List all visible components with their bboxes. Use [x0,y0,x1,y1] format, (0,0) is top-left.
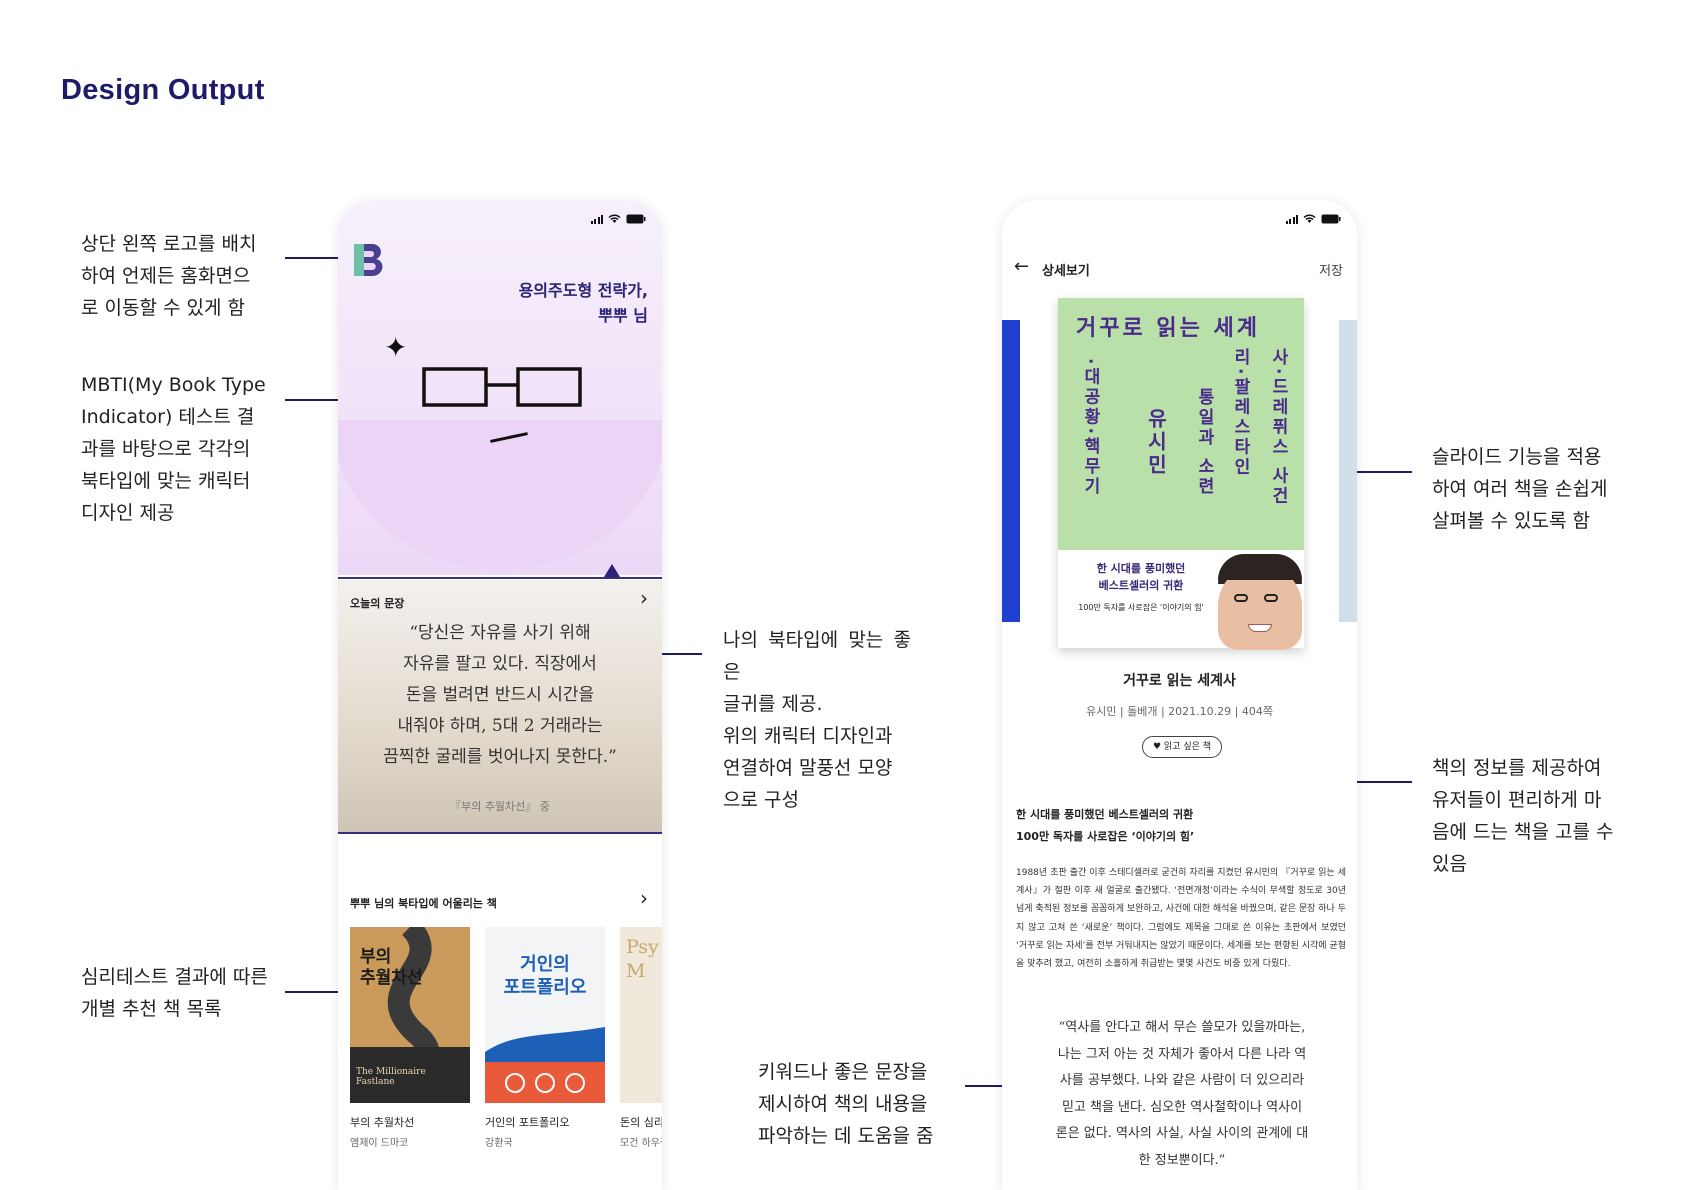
book-author-2: 강환국 [485,1138,513,1149]
cover-text-vertical: 리·팔레스타인 [1230,348,1250,478]
connector-line [285,991,345,993]
annotation-mbti: MBTI(My Book Type Indicator) 테스트 결 과를 바탕… [81,374,266,524]
author-eye [1264,594,1278,602]
book-meta: 유시민 | 돌베개 | 2021.10.29 | 404쪽 [1086,705,1273,718]
battery-icon [626,214,646,224]
signal-icon [1285,214,1298,224]
annotation-logo: 상단 왼쪽 로고를 배치 하여 언제든 홈화면으 로 이동할 수 있게 함 [81,233,257,319]
book-title: 거꾸로 읽는 세계사 [1123,673,1236,689]
greeting-user: 뿌뿌 님 [598,306,648,325]
book-cover-3[interactable]: Psy M [620,927,662,1103]
annotation-info: 책의 정보를 제공하여 유저들이 편리하게 마 음에 드는 책을 고를 수 있음 [1432,757,1614,875]
annotation-quote: 나의 북타입에 맞는 좋은 글귀를 제공. 위의 캐릭터 디자인과 연결하여 말… [723,629,911,811]
book-cover-1[interactable]: 부의 추월차선 The Millionaire Fastlane [350,927,470,1103]
home-screen-mockup: 용의주도형 전략가, 뿌뿌 님 ✦ 오늘의 문장 › “당신은 자유를 사기 위… [338,200,662,1190]
quote-divider [338,832,662,834]
next-book-slide[interactable] [1339,320,1357,622]
annotation-keyword: 키워드나 좋은 문장을 제시하여 책의 내용을 파악하는 데 도움을 줌 [758,1061,934,1147]
cover-tagline: 한 시대를 풍미했던 베스트셀러의 귀환 [1096,562,1186,592]
cover-text-vertical: 사·드레퓌스 사건 [1268,348,1288,507]
speech-pointer [604,564,620,577]
connector-line [285,257,343,259]
logo-icon[interactable] [350,242,390,278]
page-title: Design Output [61,74,265,106]
wifi-icon [1303,214,1316,223]
daily-quote: “당신은 자유를 사기 위해 자유를 팔고 있다. 직장에서 돈을 벌려면 반드… [383,623,617,767]
status-bar [590,214,647,224]
annotation-recommend: 심리테스트 결과에 따른 개별 추천 책 목록 [81,966,268,1020]
book-title-3: 돈의 심리학 [620,1116,662,1129]
quote-more-chevron-icon[interactable]: › [640,586,648,610]
status-bar [1285,214,1342,224]
want-to-read-button[interactable]: ♥ 읽고 싶은 책 [1142,736,1222,758]
book-cover-2[interactable]: 거인의 포트폴리오 [485,927,605,1103]
detail-screen-mockup: ← 상세보기 저장 거꾸로 읽는 세계 사·드레퓌스 사건 리·팔레스타인 통일… [1002,200,1357,1190]
book-title-2: 거인의 포트폴리오 [485,1116,570,1129]
wifi-icon [608,214,621,223]
author-eye [1234,594,1248,602]
author-hair [1218,554,1302,580]
book-highlight: 한 시대를 풍미했던 베스트셀러의 귀환 100만 독자를 사로잡은 ‘이야기의… [1016,808,1195,843]
sparkle-icon: ✦ [384,331,408,364]
book-title-1: 부의 추월차선 [350,1116,415,1129]
nav-title: 상세보기 [1042,264,1090,279]
signal-icon [590,214,603,224]
back-arrow-icon[interactable]: ← [1014,256,1029,277]
book-cover-3-title: Psy M [626,936,659,982]
quote-source: 『부의 추월차선』 중 [450,800,550,813]
greeting-type: 용의주도형 전략가, [518,281,648,300]
book-description: 1988년 초판 출간 이후 스테디셀러로 굳건히 자리를 지켰던 유시민의 『… [1016,868,1346,970]
cover-author-vertical: 유시민 [1144,408,1168,477]
cover-text-vertical: ·대공황·핵무기 [1080,358,1100,497]
recommend-more-chevron-icon[interactable]: › [640,886,648,910]
greeting: 용의주도형 전략가, 뿌뿌 님 [519,278,648,328]
book-author-3: 모건 하우절 [620,1138,662,1149]
book-author-1: 엠제이 드마코 [350,1138,409,1149]
annotation-slide: 슬라이드 기능을 적용 하여 여러 책을 손쉽게 살펴볼 수 있도록 함 [1432,446,1608,532]
cover-caption: 100만 독자를 사로잡은 '이야기의 힘' [1078,603,1204,612]
book-cover-1-title: 부의 추월차선 [360,947,423,988]
save-button[interactable]: 저장 [1319,260,1343,279]
book-cover-2-title: 거인의 포트폴리오 [503,954,587,998]
hero-circle [338,420,662,570]
cover-title: 거꾸로 읽는 세계 [1076,316,1260,341]
cover-text-vertical: 통일과 소련 [1194,388,1214,497]
quote-section-label: 오늘의 문장 [350,597,405,610]
prev-book-slide[interactable] [1002,320,1020,622]
glasses-character [422,367,582,407]
speech-divider [338,577,662,579]
battery-icon [1321,214,1341,224]
book-cover-1-subtitle: The Millionaire Fastlane [356,1067,426,1087]
recommend-section-label: 뿌뿌 님의 북타입에 어울리는 책 [350,897,497,910]
book-quote: “역사를 안다고 해서 무슨 쓸모가 있을까마는, 나는 그저 아는 것 자체가… [1055,1020,1309,1168]
